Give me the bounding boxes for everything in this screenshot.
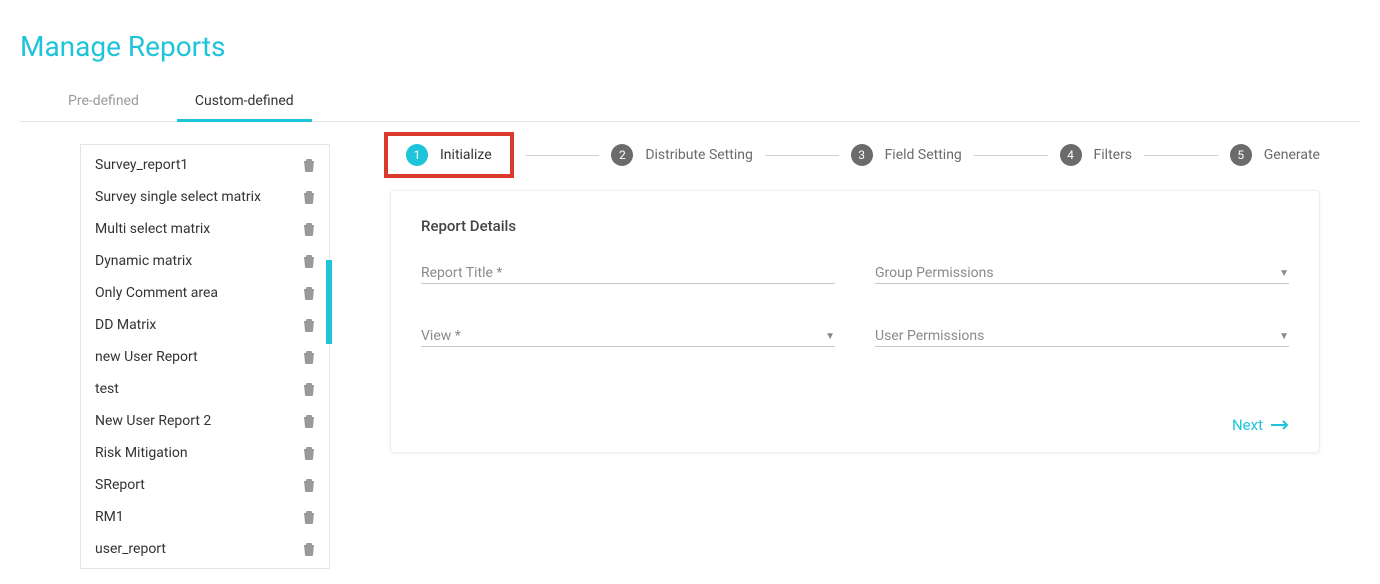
field-label: Report Title * — [421, 265, 502, 281]
list-item-label: Survey single select matrix — [95, 189, 261, 205]
list-item[interactable]: RM1 — [81, 501, 329, 533]
form-card: Report Details Report Title * Group Perm… — [390, 190, 1320, 453]
step-label: Filters — [1094, 147, 1133, 163]
list-item[interactable]: Dynamic matrix — [81, 245, 329, 277]
list-item[interactable]: DD Matrix — [81, 309, 329, 341]
trash-icon[interactable] — [303, 222, 315, 236]
list-item-label: Risk Mitigation — [95, 445, 188, 461]
tab-pre-defined[interactable]: Pre-defined — [60, 83, 147, 121]
section-title: Report Details — [421, 217, 1289, 235]
trash-icon[interactable] — [303, 510, 315, 524]
view-field[interactable]: View * ▼ — [421, 328, 835, 347]
step-number: 2 — [611, 144, 633, 166]
arrow-right-icon — [1271, 420, 1289, 430]
trash-icon[interactable] — [303, 286, 315, 300]
step-label: Distribute Setting — [645, 147, 753, 163]
step-connector — [526, 155, 600, 156]
caret-down-icon: ▼ — [825, 331, 835, 342]
caret-down-icon: ▼ — [1279, 268, 1289, 279]
trash-icon[interactable] — [303, 318, 315, 332]
tab-custom-defined[interactable]: Custom-defined — [187, 83, 302, 121]
next-button[interactable]: Next — [1232, 416, 1289, 434]
tabs: Pre-defined Custom-defined — [20, 83, 1360, 122]
list-item-label: new User Report — [95, 349, 198, 365]
step-generate[interactable]: 5 Generate — [1230, 144, 1320, 166]
group-permissions-field[interactable]: Group Permissions ▼ — [875, 265, 1289, 284]
step-filters[interactable]: 4 Filters — [1060, 144, 1133, 166]
list-item-label: RM1 — [95, 509, 124, 525]
next-label: Next — [1232, 416, 1263, 434]
step-label: Generate — [1264, 147, 1320, 163]
list-item[interactable]: test — [81, 373, 329, 405]
step-initialize[interactable]: 1 Initialize — [384, 132, 514, 178]
list-item[interactable]: Only Comment area — [81, 277, 329, 309]
field-label: View * — [421, 328, 461, 344]
list-item-label: DD Matrix — [95, 317, 156, 333]
list-item-label: Survey_report1 — [95, 157, 188, 173]
step-number: 5 — [1230, 144, 1252, 166]
list-item-label: user_report — [95, 541, 166, 557]
list-item[interactable]: user_report — [81, 533, 329, 565]
trash-icon[interactable] — [303, 382, 315, 396]
list-item[interactable]: New User Report 2 — [81, 405, 329, 437]
list-item-label: Dynamic matrix — [95, 253, 192, 269]
trash-icon[interactable] — [303, 542, 315, 556]
list-item-label: SReport — [95, 477, 145, 493]
trash-icon[interactable] — [303, 254, 315, 268]
page-title: Manage Reports — [20, 30, 1360, 63]
trash-icon[interactable] — [303, 190, 315, 204]
list-item[interactable]: Risk Mitigation — [81, 437, 329, 469]
list-item-label: test — [95, 381, 119, 397]
field-label: User Permissions — [875, 328, 984, 344]
list-item[interactable]: Multi select matrix — [81, 213, 329, 245]
caret-down-icon: ▼ — [1279, 331, 1289, 342]
list-item[interactable]: Survey_report1 — [81, 149, 329, 181]
step-connector — [1144, 155, 1218, 156]
trash-icon[interactable] — [303, 158, 315, 172]
step-connector — [974, 155, 1048, 156]
stepper: 1 Initialize 2 Distribute Setting 3 Field Set… — [390, 144, 1320, 166]
report-title-field[interactable]: Report Title * — [421, 265, 835, 284]
step-label: Field Setting — [885, 147, 962, 163]
trash-icon[interactable] — [303, 478, 315, 492]
list-item[interactable]: Survey single select matrix — [81, 181, 329, 213]
trash-icon[interactable] — [303, 446, 315, 460]
list-item[interactable]: SReport — [81, 469, 329, 501]
list-item[interactable]: new User Report — [81, 341, 329, 373]
list-item-label: New User Report 2 — [95, 413, 211, 429]
scrollbar-thumb[interactable] — [326, 260, 332, 344]
report-list: Survey_report1 Survey single select matri… — [80, 144, 330, 569]
step-number: 1 — [406, 144, 428, 166]
step-number: 4 — [1060, 144, 1082, 166]
step-number: 3 — [851, 144, 873, 166]
trash-icon[interactable] — [303, 414, 315, 428]
step-label: Initialize — [440, 147, 492, 163]
user-permissions-field[interactable]: User Permissions ▼ — [875, 328, 1289, 347]
step-connector — [765, 155, 839, 156]
list-item-label: Only Comment area — [95, 285, 218, 301]
list-item-label: Multi select matrix — [95, 221, 210, 237]
step-distribute-setting[interactable]: 2 Distribute Setting — [611, 144, 753, 166]
trash-icon[interactable] — [303, 350, 315, 364]
field-label: Group Permissions — [875, 265, 994, 281]
step-field-setting[interactable]: 3 Field Setting — [851, 144, 962, 166]
